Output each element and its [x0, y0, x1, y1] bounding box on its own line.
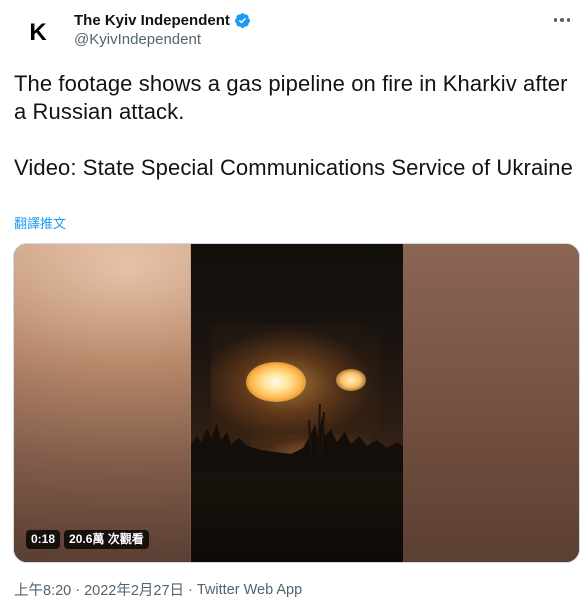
more-options-icon — [553, 18, 571, 22]
tweet-text-paragraph-2: Video: State Special Communications Serv… — [14, 155, 573, 180]
video-badges: 0:18 20.6萬 次觀看 — [26, 530, 149, 549]
video-background-left — [14, 244, 190, 562]
avatar[interactable]: K — [14, 9, 62, 57]
tweet-text: The footage shows a gas pipeline on fire… — [14, 70, 574, 182]
video-duration-badge: 0:18 — [26, 530, 61, 549]
author-display-name[interactable]: The Kyiv Independent — [74, 12, 230, 29]
meta-separator: · — [188, 581, 193, 598]
author-handle[interactable]: @KyivIndependent — [74, 31, 201, 48]
video-frame[interactable] — [191, 244, 403, 562]
author-name-row[interactable]: The Kyiv Independent — [74, 10, 251, 30]
tweet-card: K The Kyiv Independent @KyivIndependent … — [0, 0, 588, 605]
video-player[interactable]: 0:18 20.6萬 次觀看 — [13, 243, 580, 563]
tweet-meta: 上午8:20 · 2022年2月27日 · Twitter Web App — [14, 579, 302, 600]
more-options-button[interactable] — [550, 8, 574, 32]
verified-badge-icon — [234, 12, 250, 28]
tree-silhouette — [191, 403, 403, 484]
tweet-date[interactable]: 2022年2月27日 — [84, 579, 184, 600]
fire-flame-secondary — [336, 369, 366, 391]
meta-separator: · — [75, 581, 81, 598]
translate-tweet-link[interactable]: 翻譯推文 — [14, 213, 66, 232]
video-background-right — [403, 244, 579, 562]
avatar-logo: K — [29, 19, 47, 46]
tweet-text-paragraph-1: The footage shows a gas pipeline on fire… — [14, 71, 568, 124]
video-views-badge: 20.6萬 次觀看 — [64, 530, 149, 549]
tweet-time[interactable]: 上午8:20 — [14, 579, 71, 600]
ground — [191, 472, 403, 562]
tweet-source[interactable]: Twitter Web App — [197, 582, 302, 598]
